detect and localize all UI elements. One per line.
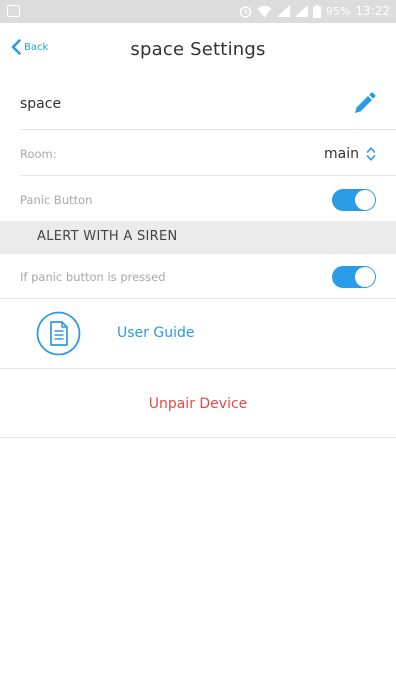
toggle-knob bbox=[355, 190, 375, 210]
header-bar: Back space Settings bbox=[0, 23, 396, 78]
notification-image-icon bbox=[7, 5, 20, 17]
clock-time: 13:22 bbox=[355, 4, 390, 18]
alarm-icon bbox=[239, 5, 252, 18]
divider bbox=[20, 129, 396, 130]
user-guide-label: User Guide bbox=[117, 325, 195, 341]
battery-percent: 95% bbox=[325, 4, 351, 18]
siren-on-panic-row: If panic button is pressed bbox=[20, 257, 376, 297]
signal-icon bbox=[276, 5, 290, 17]
user-guide-row[interactable]: User Guide bbox=[0, 299, 396, 367]
panic-button-row: Panic Button bbox=[20, 180, 376, 220]
divider bbox=[0, 437, 396, 438]
panic-button-label: Panic Button bbox=[20, 193, 93, 207]
alert-section-header: ALERT WITH A SIREN bbox=[0, 221, 396, 254]
status-icons: 95% 13:22 bbox=[239, 4, 390, 18]
battery-icon bbox=[312, 4, 321, 18]
document-icon bbox=[36, 311, 81, 356]
room-row: Room: main bbox=[20, 134, 376, 174]
siren-on-panic-toggle[interactable] bbox=[332, 266, 376, 288]
panic-button-toggle[interactable] bbox=[332, 189, 376, 211]
up-down-chevron-icon bbox=[366, 147, 376, 161]
siren-on-panic-label: If panic button is pressed bbox=[20, 270, 166, 284]
unpair-device-button[interactable]: Unpair Device bbox=[0, 396, 396, 412]
wifi-icon bbox=[257, 5, 272, 17]
room-label: Room: bbox=[20, 147, 57, 161]
device-name-row: space bbox=[20, 84, 376, 124]
page-title: space Settings bbox=[130, 39, 266, 60]
alert-section-title: ALERT WITH A SIREN bbox=[37, 229, 178, 244]
divider bbox=[0, 368, 396, 369]
status-bar: 95% 13:22 bbox=[0, 0, 396, 23]
divider bbox=[20, 175, 396, 176]
edit-pencil-icon[interactable] bbox=[352, 92, 376, 116]
device-name: space bbox=[20, 96, 62, 112]
room-selector[interactable]: main bbox=[324, 146, 376, 162]
signal-icon-2 bbox=[294, 5, 308, 17]
room-value: main bbox=[324, 146, 359, 162]
toggle-knob bbox=[355, 267, 375, 287]
